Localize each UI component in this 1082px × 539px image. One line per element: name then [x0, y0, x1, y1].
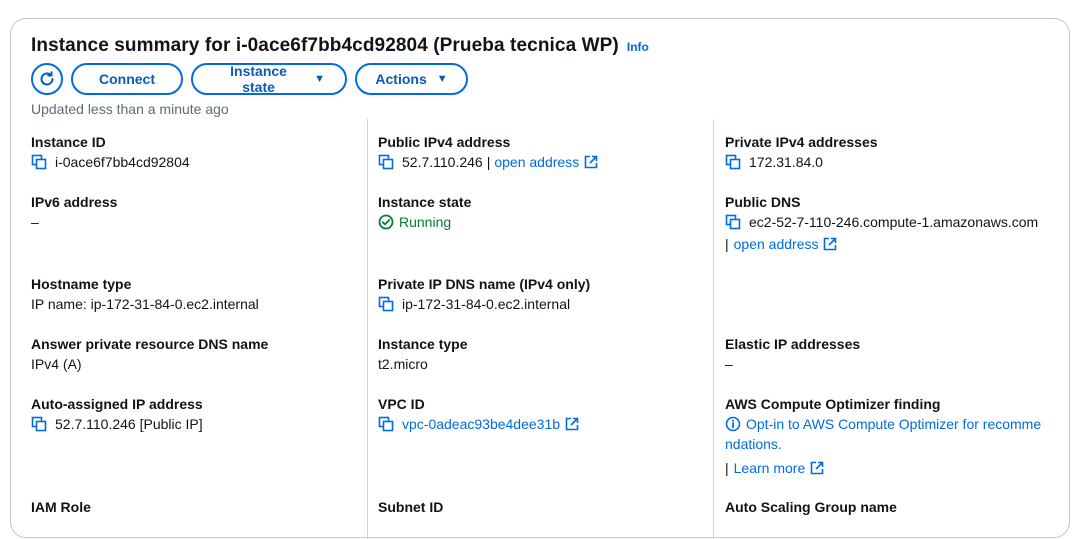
- field-label: Hostname type: [31, 276, 132, 292]
- external-link-icon[interactable]: [565, 417, 579, 431]
- field-compute-optimizer: AWS Compute Optimizer finding Opt-in to …: [725, 394, 1041, 478]
- column-divider: [367, 119, 368, 539]
- field-asg-name: Auto Scaling Group name: [725, 497, 897, 517]
- field-label: Instance ID: [31, 134, 106, 150]
- private-dns-value: ip-172-31-84-0.ec2.internal: [402, 296, 571, 312]
- ipv6-value: –: [31, 214, 39, 230]
- field-ipv6: IPv6 address –: [31, 192, 117, 232]
- field-instance-state: Instance state Running: [378, 192, 471, 232]
- field-label: Elastic IP addresses: [725, 336, 861, 352]
- field-elastic-ip: Elastic IP addresses –: [725, 334, 860, 374]
- actions-button[interactable]: Actions ▼: [355, 63, 468, 95]
- copy-icon[interactable]: [378, 416, 394, 432]
- info-circle-icon: [725, 416, 741, 432]
- auto-ip-value: 52.7.110.246 [Public IP]: [55, 416, 203, 432]
- field-auto-ip: Auto-assigned IP address 52.7.110.246 [P…: [31, 394, 203, 434]
- copy-icon[interactable]: [31, 416, 47, 432]
- field-label: AWS Compute Optimizer finding: [725, 396, 941, 412]
- field-public-dns: Public DNS ec2-52-7-110-246.compute-1.am…: [725, 192, 1038, 254]
- answer-dns-value: IPv4 (A): [31, 356, 82, 372]
- instance-state-button[interactable]: Instance state ▼: [191, 63, 347, 95]
- instance-type-value: t2.micro: [378, 356, 428, 372]
- optimizer-opt-in-link-cont[interactable]: ndations.: [725, 434, 1041, 454]
- field-label: Instance state: [378, 194, 472, 210]
- external-link-icon[interactable]: [810, 461, 824, 475]
- field-hostname-type: Hostname type IP name: ip-172-31-84-0.ec…: [31, 274, 259, 314]
- title-row: Instance summary for i-0ace6f7bb4cd92804…: [31, 35, 649, 57]
- field-label: VPC ID: [378, 396, 425, 412]
- connect-button[interactable]: Connect: [71, 63, 183, 95]
- copy-icon[interactable]: [378, 154, 394, 170]
- connect-label: Connect: [99, 71, 155, 87]
- learn-more-link[interactable]: Learn more: [734, 458, 806, 478]
- elastic-ip-value: –: [725, 356, 733, 372]
- open-address-link[interactable]: open address: [734, 234, 819, 254]
- page-title: Instance summary for i-0ace6f7bb4cd92804…: [31, 35, 619, 56]
- caret-down-icon: ▼: [314, 73, 325, 85]
- instance-id-value: i-0ace6f7bb4cd92804: [55, 154, 190, 170]
- field-label: Private IPv4 addresses: [725, 134, 878, 150]
- field-label: Instance type: [378, 336, 468, 352]
- refresh-icon: [40, 71, 54, 86]
- copy-icon[interactable]: [725, 154, 741, 170]
- public-ipv4-value: 52.7.110.246: [402, 154, 483, 170]
- external-link-icon[interactable]: [584, 155, 598, 169]
- actions-label: Actions: [375, 71, 427, 87]
- field-label: Auto-assigned IP address: [31, 396, 203, 412]
- copy-icon[interactable]: [725, 214, 741, 230]
- field-label: IPv6 address: [31, 194, 118, 210]
- private-ipv4-value: 172.31.84.0: [749, 154, 823, 170]
- copy-icon[interactable]: [31, 154, 47, 170]
- hostname-type-value: IP name: ip-172-31-84-0.ec2.internal: [31, 296, 259, 312]
- instance-state-label: Instance state: [230, 63, 287, 95]
- field-label: IAM Role: [31, 499, 91, 515]
- separator: |: [486, 154, 491, 170]
- field-vpc-id: VPC ID vpc-0adeac93be4dee31b: [378, 394, 579, 434]
- field-instance-type: Instance type t2.micro: [378, 334, 467, 374]
- separator: |: [725, 460, 729, 476]
- external-link-icon[interactable]: [823, 237, 837, 251]
- field-label: Private IP DNS name (IPv4 only): [378, 276, 591, 292]
- field-private-dns: Private IP DNS name (IPv4 only) ip-172-3…: [378, 274, 590, 314]
- instance-summary-panel: Instance summary for i-0ace6f7bb4cd92804…: [10, 18, 1070, 539]
- column-divider: [713, 119, 714, 539]
- field-label: Auto Scaling Group name: [725, 499, 897, 515]
- vpc-id-link[interactable]: vpc-0adeac93be4dee31b: [402, 414, 560, 434]
- instance-state-value: Running: [399, 214, 452, 230]
- info-link[interactable]: Info: [627, 40, 649, 54]
- field-public-ipv4: Public IPv4 address 52.7.110.246 | open …: [378, 132, 598, 172]
- field-subnet-id: Subnet ID: [378, 497, 443, 517]
- action-bar: Connect Instance state ▼ Actions ▼: [31, 63, 468, 95]
- field-label: Public IPv4 address: [378, 134, 511, 150]
- field-label: Subnet ID: [378, 499, 444, 515]
- caret-down-icon: ▼: [436, 73, 448, 85]
- optimizer-opt-in-link[interactable]: Opt-in to AWS Compute Optimizer for reco…: [746, 414, 1041, 434]
- field-iam-role: IAM Role: [31, 497, 91, 517]
- open-address-link[interactable]: open address: [494, 152, 579, 172]
- field-private-ipv4: Private IPv4 addresses 172.31.84.0: [725, 132, 878, 172]
- field-instance-id: Instance ID i-0ace6f7bb4cd92804: [31, 132, 190, 172]
- updated-text: Updated less than a minute ago: [31, 101, 229, 117]
- check-circle-icon: [378, 214, 394, 230]
- field-answer-dns: Answer private resource DNS name IPv4 (A…: [31, 334, 268, 374]
- public-dns-value: ec2-52-7-110-246.compute-1.amazonaws.com: [749, 214, 1039, 230]
- field-label: Public DNS: [725, 194, 801, 210]
- refresh-button[interactable]: [31, 63, 63, 95]
- copy-icon[interactable]: [378, 296, 394, 312]
- field-label: Answer private resource DNS name: [31, 336, 269, 352]
- separator: |: [725, 236, 729, 252]
